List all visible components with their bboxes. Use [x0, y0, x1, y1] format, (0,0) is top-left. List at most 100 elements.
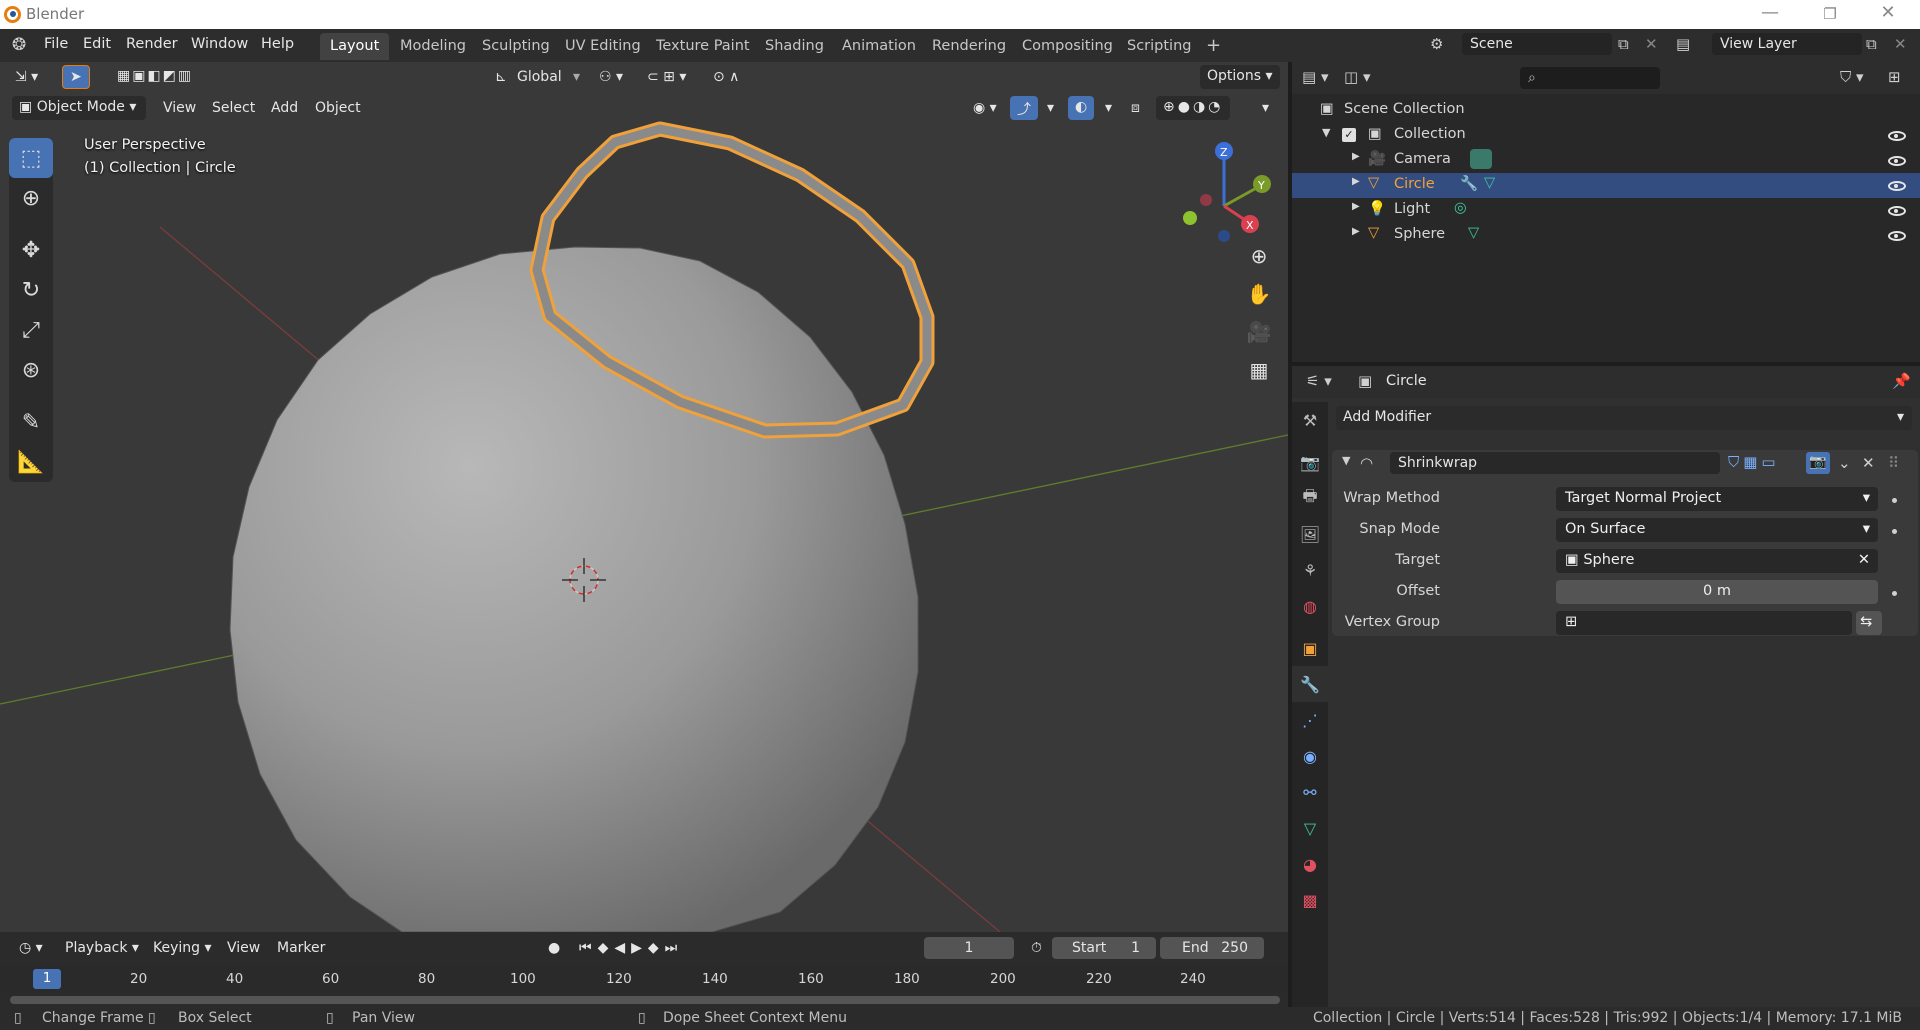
collection-checkbox[interactable]: ✓	[1342, 128, 1356, 142]
select-tool-icon[interactable]: ➤	[62, 65, 90, 89]
shading-mode-icons[interactable]: ⊕●◑◔	[1156, 96, 1231, 120]
collapse-triangle-icon[interactable]: ▼	[1342, 454, 1350, 467]
clear-target-icon[interactable]: ✕	[1858, 552, 1870, 568]
gizmo-toggle-icon[interactable]: ⤴	[1010, 96, 1038, 120]
camera-data-icon[interactable]	[1470, 149, 1492, 169]
move-tool-icon[interactable]: ✥	[9, 230, 53, 270]
delete-view-layer-icon[interactable]: ✕	[1894, 35, 1907, 53]
camera-view-icon[interactable]: 🎥	[1243, 316, 1275, 348]
scene-field[interactable]: Scene	[1462, 33, 1612, 55]
view-layer-field[interactable]: View Layer	[1712, 33, 1862, 55]
minimize-button[interactable]: —	[1750, 2, 1790, 23]
blender-menu-icon[interactable]: ❂	[12, 35, 26, 55]
target-field[interactable]: ▣ Sphere ✕	[1556, 549, 1878, 573]
gizmo-dropdown[interactable]: ▾	[1040, 97, 1061, 121]
menu-file[interactable]: File	[44, 36, 68, 52]
wrap-method-dropdown[interactable]: Target Normal Project ▾	[1556, 487, 1878, 511]
playback-controls-icons[interactable]: ⏮◆◀▶◆⏭	[572, 937, 722, 961]
remove-modifier-icon[interactable]: ✕	[1862, 454, 1875, 472]
constraints-tab-icon[interactable]: ⚯	[1292, 774, 1328, 810]
outliner-row-scene-collection[interactable]: ▣ Scene Collection	[1292, 98, 1920, 123]
tab-layout[interactable]: Layout	[320, 33, 390, 60]
tab-texture-paint[interactable]: Texture Paint	[646, 33, 760, 60]
navigation-gizmo[interactable]: Z Y X	[1168, 134, 1280, 246]
stopwatch-icon[interactable]: ⏱	[1024, 937, 1049, 961]
menu-window[interactable]: Window	[191, 36, 248, 52]
timeline-ruler[interactable]: 1 20 40 60 80 100 120 140 160 180 200 22…	[0, 966, 1288, 993]
zoom-icon[interactable]: ⊕	[1243, 240, 1275, 272]
snap-icon[interactable]: ⊂ ⊞ ▾	[640, 66, 693, 90]
delete-scene-icon[interactable]: ✕	[1645, 35, 1658, 53]
overlay-toggle-icon[interactable]: ◐	[1068, 96, 1095, 120]
outliner-row-light[interactable]: ▶ 💡 Light ◎	[1292, 198, 1920, 223]
measure-tool-icon[interactable]: 📐	[9, 442, 53, 482]
outliner-row-collection[interactable]: ▼ ✓ ▣ Collection	[1292, 123, 1920, 148]
eye-icon[interactable]	[1888, 231, 1906, 241]
disclosure-triangle-icon[interactable]: ▶	[1352, 151, 1360, 162]
animate-property-dot[interactable]	[1892, 529, 1897, 534]
editor-type-icon[interactable]: ⇲ ▾	[8, 66, 45, 90]
vertex-group-field[interactable]: ⊞	[1556, 611, 1852, 635]
add-modifier-dropdown[interactable]: Add Modifier ▾	[1336, 406, 1912, 430]
disclosure-triangle-icon[interactable]: ▶	[1352, 176, 1360, 187]
snap-mode-dropdown[interactable]: On Surface ▾	[1556, 518, 1878, 542]
render-tab-icon[interactable]: 📷	[1292, 444, 1328, 480]
end-frame-field[interactable]: End 250	[1160, 937, 1264, 959]
current-frame-field[interactable]: 1	[924, 937, 1014, 959]
animate-property-dot[interactable]	[1892, 498, 1897, 503]
disclosure-triangle-icon[interactable]: ▼	[1322, 126, 1330, 139]
proportional-editing-icon[interactable]: ⊙ ∧	[706, 66, 746, 90]
timeline-editor-icon[interactable]: ◷ ▾	[12, 937, 50, 961]
pan-hand-icon[interactable]: ✋	[1243, 278, 1275, 310]
tab-uv-editing[interactable]: UV Editing	[555, 33, 651, 60]
record-icon[interactable]: ●	[541, 937, 567, 961]
outliner[interactable]: ▤ ▾ ◫ ▾ ⌕ ⛉ ▾ ⊞ ▣ Scene Collection ▼ ✓ ▣…	[1292, 62, 1920, 362]
modifier-menu-icon[interactable]: ⌄	[1838, 454, 1851, 472]
data-tab-icon[interactable]: ▽	[1292, 810, 1328, 846]
mesh-data-icon[interactable]: ▽	[1484, 175, 1495, 191]
new-scene-icon[interactable]: ⧉	[1618, 35, 1629, 53]
modifier-wrench-icon[interactable]: 🔧	[1460, 175, 1478, 192]
material-tab-icon[interactable]: ◕	[1292, 846, 1328, 882]
tab-scripting[interactable]: Scripting	[1117, 33, 1201, 60]
new-collection-icon[interactable]: ⊞	[1888, 68, 1901, 86]
tab-animation[interactable]: Animation	[832, 33, 926, 60]
tab-compositing[interactable]: Compositing	[1012, 33, 1123, 60]
menu-marker[interactable]: Marker	[270, 937, 332, 961]
add-workspace-button[interactable]: +	[1196, 33, 1231, 60]
modifier-toggle-icons[interactable]: ⛉▦▭	[1728, 453, 1780, 471]
pin-icon[interactable]: 📌	[1892, 372, 1911, 390]
properties-editor-icon[interactable]: ⚟ ▾	[1306, 372, 1332, 390]
menu-add[interactable]: Add	[264, 97, 305, 121]
transform-tool-icon[interactable]: ⊛	[9, 350, 53, 390]
view-layer-browse-icon[interactable]: ▤	[1676, 35, 1690, 53]
filter-icon[interactable]: ⛉ ▾	[1840, 68, 1864, 86]
particles-tab-icon[interactable]: ⋰	[1292, 702, 1328, 738]
outliner-row-sphere[interactable]: ▶ ▽ Sphere ▽	[1292, 223, 1920, 248]
xray-icon[interactable]: ⧈	[1124, 97, 1147, 121]
eye-icon[interactable]	[1888, 156, 1906, 166]
visibility-icon[interactable]: ◉ ▾	[966, 97, 1004, 121]
eye-icon[interactable]	[1888, 131, 1906, 141]
mode-dropdown[interactable]: ▣ Object Mode ▾	[12, 96, 146, 120]
invert-vertex-group-icon[interactable]: ⇆	[1856, 611, 1882, 635]
menu-help[interactable]: Help	[261, 36, 294, 52]
playhead[interactable]: 1	[33, 969, 61, 989]
shading-dropdown[interactable]: ▾	[1255, 97, 1276, 121]
object-tab-icon[interactable]: ▣	[1292, 630, 1328, 666]
scale-tool-icon[interactable]: ⤢	[9, 310, 53, 350]
annotate-tool-icon[interactable]: ✎	[9, 402, 53, 442]
menu-view[interactable]: View	[156, 97, 203, 121]
disclosure-triangle-icon[interactable]: ▶	[1352, 201, 1360, 212]
maximize-button[interactable]: ❐	[1810, 5, 1850, 23]
outliner-row-camera[interactable]: ▶ 🎥 Camera	[1292, 148, 1920, 173]
outliner-editor-icon[interactable]: ▤ ▾	[1302, 68, 1328, 86]
overlay-dropdown[interactable]: ▾	[1098, 97, 1119, 121]
menu-edit[interactable]: Edit	[83, 36, 111, 52]
tool-tab-icon[interactable]: ⚒	[1292, 402, 1328, 438]
disclosure-triangle-icon[interactable]: ▶	[1352, 226, 1360, 237]
drag-handle-icon[interactable]: ⠿	[1888, 454, 1899, 472]
selection-mode-icons[interactable]: ▦▣◧◩▥	[110, 65, 200, 89]
3d-viewport[interactable]: ⇲ ▾ ➤ ▦▣◧◩▥ ⊾ Global ▾ ⚇ ▾ ⊂ ⊞ ▾ ⊙ ∧ Opt…	[0, 62, 1288, 932]
new-view-layer-icon[interactable]: ⧉	[1866, 35, 1877, 53]
